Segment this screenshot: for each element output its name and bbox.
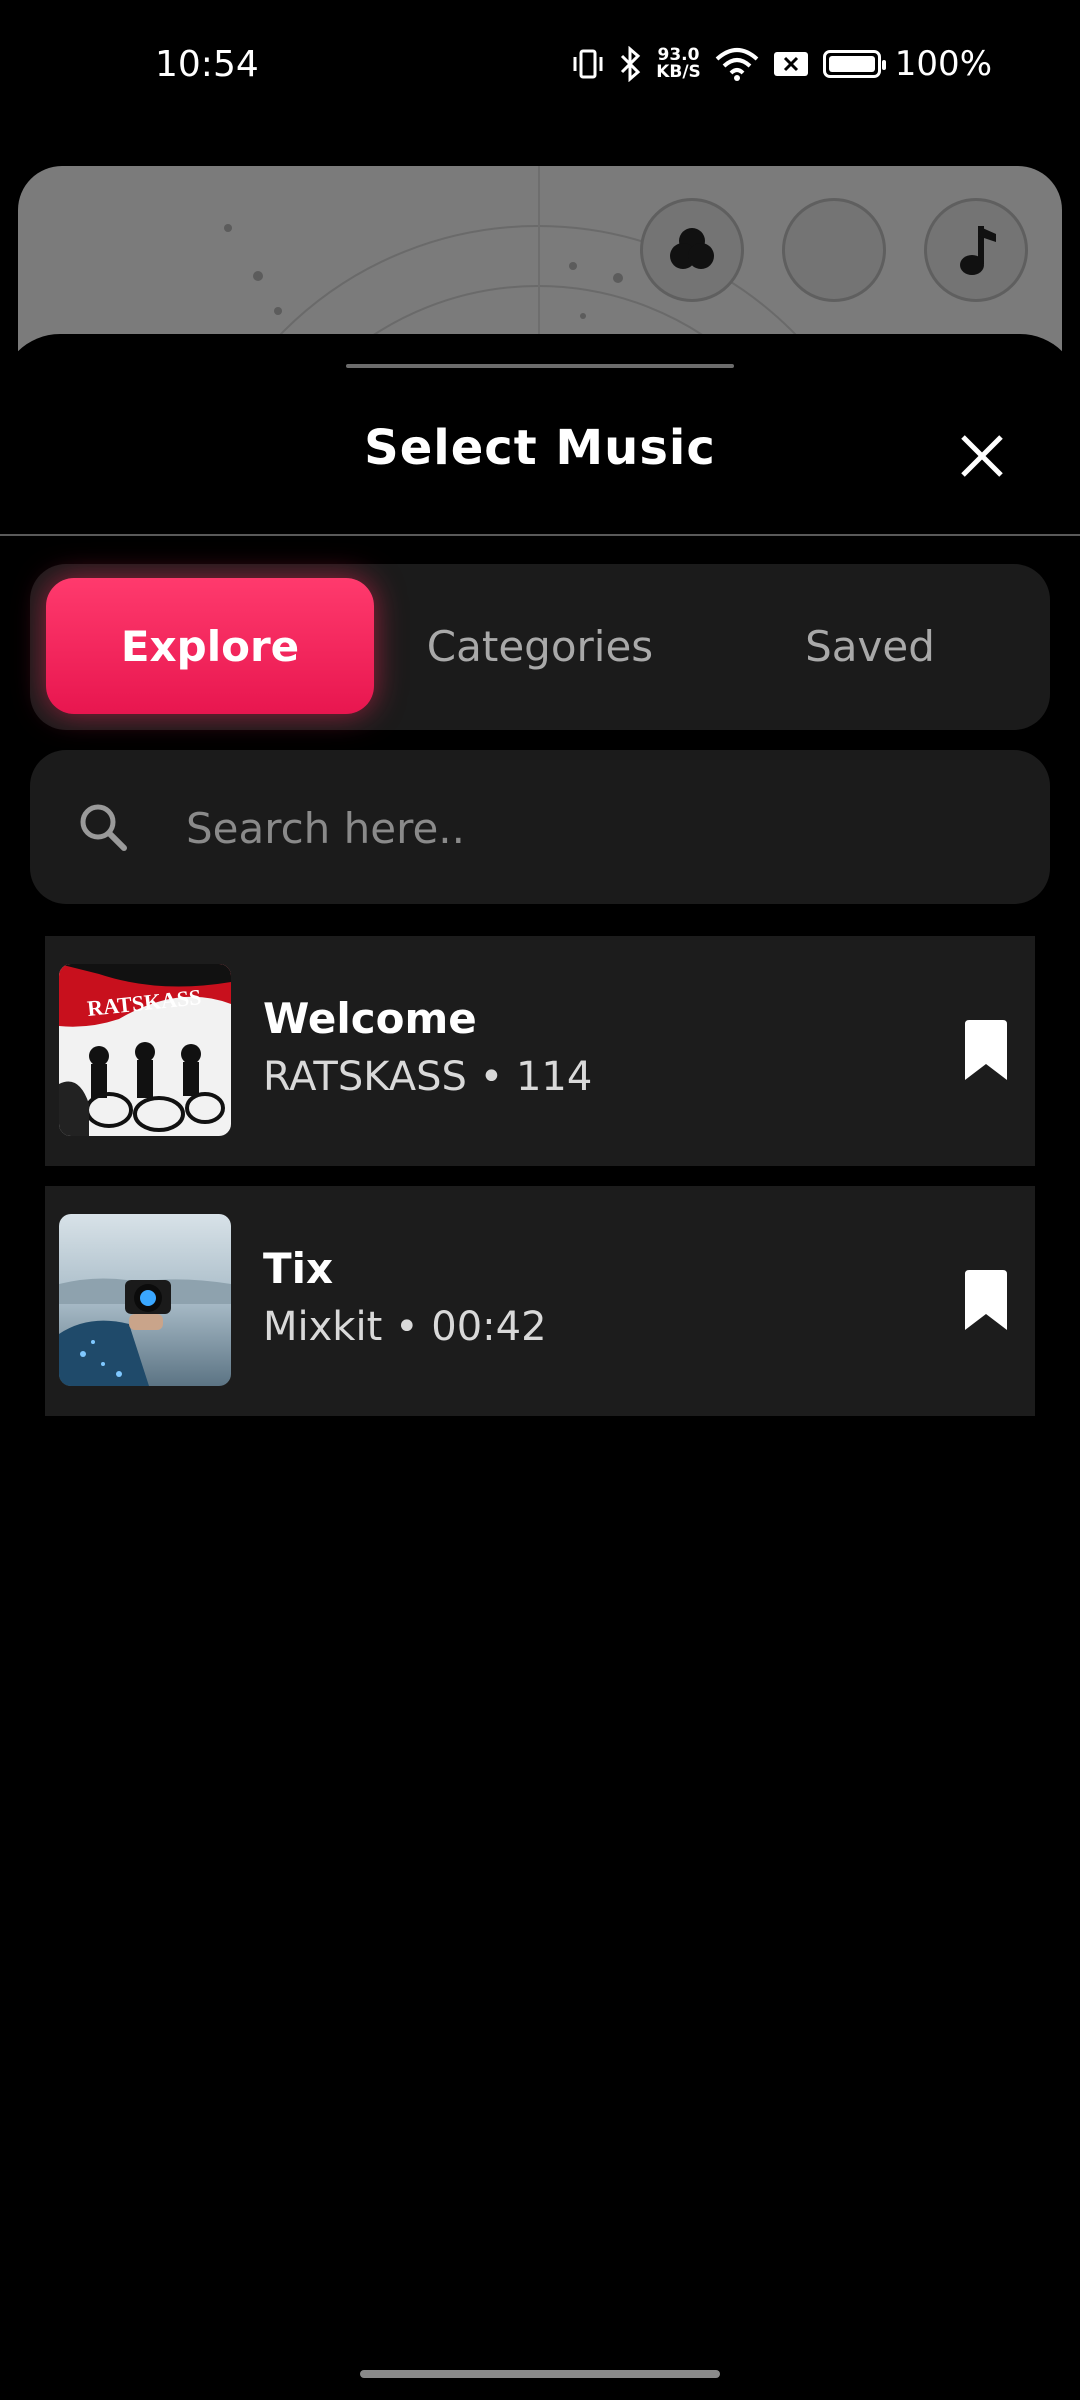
- search-bar: [30, 750, 1050, 904]
- sheet-title: Select Music: [364, 420, 716, 476]
- empty-circle-button[interactable]: [782, 198, 886, 302]
- tab-categories[interactable]: Categories: [380, 578, 700, 714]
- search-input[interactable]: [184, 780, 1008, 876]
- search-icon: [80, 804, 127, 851]
- filters-icon: [670, 228, 714, 269]
- bluetooth-icon: [621, 46, 641, 82]
- status-time: 10:54: [155, 44, 259, 85]
- track-artist-duration: Mixkit • 00:42: [263, 1304, 547, 1350]
- tab-saved[interactable]: Saved: [710, 578, 1030, 714]
- battery-icon: [822, 50, 886, 78]
- track-title: Tix: [263, 1244, 334, 1293]
- close-icon: [961, 435, 1003, 477]
- battery-percent: 100%: [894, 44, 992, 84]
- bookmark-icon[interactable]: [961, 1268, 1011, 1332]
- no-sim-icon: [773, 52, 808, 76]
- status-icons: 93.0 KB/S 100%: [572, 44, 992, 84]
- track-artist-duration: RATSKASS • 114: [263, 1054, 593, 1100]
- home-indicator[interactable]: [360, 2370, 720, 2378]
- album-art-ratskass: RATSKASS: [59, 964, 231, 1136]
- status-bar: 10:54 93.0 KB/S 100%: [0, 0, 1080, 140]
- select-music-sheet: Select Music Explore Categories Saved RA…: [0, 334, 1080, 2400]
- vibrate-icon: [573, 49, 603, 79]
- network-speed-unit: KB/S: [656, 62, 701, 82]
- close-button[interactable]: [950, 424, 1014, 488]
- wifi-icon: [715, 48, 759, 81]
- network-speed: 93.0 KB/S: [656, 47, 701, 81]
- track-row-tix[interactable]: Tix Mixkit • 00:42: [45, 1186, 1035, 1416]
- header-divider: [0, 534, 1080, 536]
- filters-button[interactable]: [640, 198, 744, 302]
- track-title: Welcome: [263, 994, 477, 1043]
- music-note-icon: [960, 226, 996, 275]
- tab-explore[interactable]: Explore: [46, 578, 374, 714]
- album-art-tix: [59, 1214, 231, 1386]
- sheet-drag-handle[interactable]: [346, 364, 734, 368]
- music-button[interactable]: [924, 198, 1028, 302]
- track-row-welcome[interactable]: RATSKASS Welcome RATSKASS • 114: [45, 936, 1035, 1166]
- tab-bar: Explore Categories Saved: [30, 564, 1050, 730]
- bookmark-icon[interactable]: [961, 1018, 1011, 1082]
